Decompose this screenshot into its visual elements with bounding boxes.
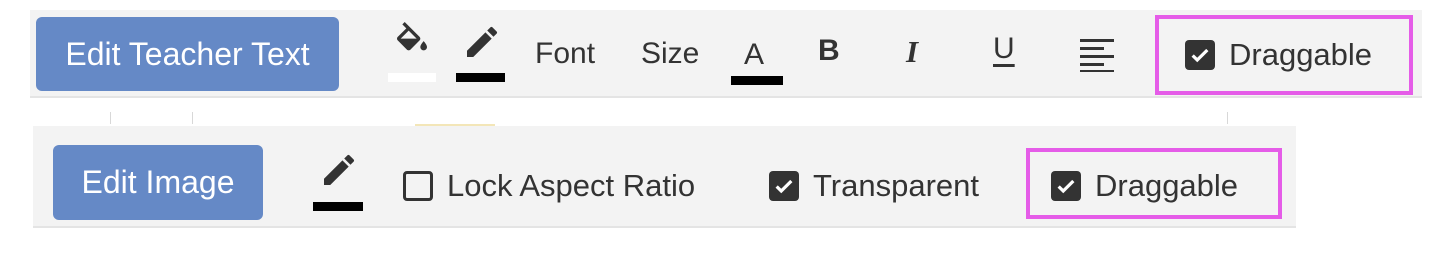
size-button[interactable]: Size [641, 39, 699, 69]
lock-aspect-ratio-label: Lock Aspect Ratio [447, 168, 696, 203]
align-left-icon[interactable] [1076, 34, 1118, 74]
draggable-label: Draggable [1095, 168, 1239, 203]
edit-image-button[interactable]: Edit Image [53, 145, 263, 220]
ruler-tick [110, 112, 111, 124]
edit-teacher-text-button[interactable]: Edit Teacher Text [36, 17, 339, 91]
image-draggable-checkbox[interactable]: Draggable [1051, 168, 1238, 204]
ruler-tick [1227, 112, 1228, 124]
fill-color-bar [388, 73, 436, 82]
bold-button[interactable]: B [818, 36, 840, 66]
transparent-checkbox[interactable]: Transparent [769, 168, 979, 204]
pencil-icon[interactable] [315, 148, 363, 192]
image-pen-color-bar [313, 202, 363, 211]
ruler-strip [33, 112, 1296, 126]
text-color-button[interactable]: A [744, 40, 764, 70]
ruler-tick [192, 112, 193, 124]
pen-color-bar [456, 73, 505, 82]
transparent-label: Transparent [813, 168, 979, 203]
font-button[interactable]: Font [535, 39, 595, 69]
checkbox-checked-icon [1185, 40, 1215, 70]
paint-bucket-icon[interactable] [388, 20, 436, 64]
checkbox-checked-icon [769, 171, 799, 201]
italic-button[interactable]: I [906, 36, 918, 67]
checkbox-unchecked-icon [403, 171, 433, 201]
lock-aspect-ratio-checkbox[interactable]: Lock Aspect Ratio [403, 168, 695, 204]
checkbox-checked-icon [1051, 171, 1081, 201]
pencil-icon[interactable] [458, 20, 506, 64]
underline-button[interactable]: U [993, 34, 1015, 64]
text-color-bar [731, 76, 783, 85]
text-draggable-checkbox[interactable]: Draggable [1185, 37, 1372, 73]
draggable-label: Draggable [1229, 37, 1373, 72]
